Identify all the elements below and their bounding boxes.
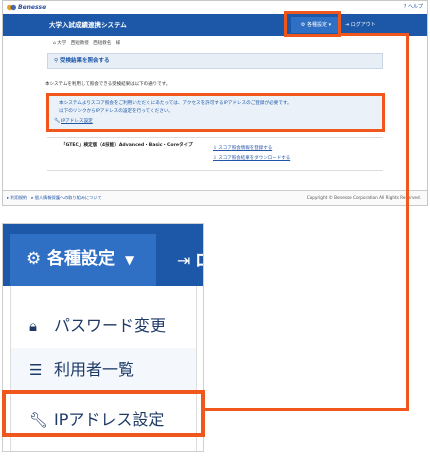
ip-settings-link[interactable]: IPアドレス設定: [61, 118, 93, 125]
zoom-logout-button[interactable]: ⇥ ロ: [171, 234, 203, 286]
menu-item-password[interactable]: 🔒︎ パスワード変更: [11, 304, 196, 348]
logout-icon: ⇥: [177, 251, 191, 270]
gear-icon: ⚙: [26, 249, 42, 269]
zoom-settings-label[interactable]: 各種設定: [47, 245, 115, 273]
wrench-icon: 🔧︎: [54, 118, 61, 124]
list-icon: ☰: [29, 361, 43, 379]
copyright: Copyright © Benesse Corporation All Righ…: [306, 195, 421, 200]
benesse-logo: Benesse: [7, 3, 55, 13]
zoom-nav-bar: ⚙ 各種設定 ▼ ⇥ ロ: [3, 224, 203, 286]
connector-right: [406, 33, 409, 411]
menu-item-label[interactable]: パスワード変更: [54, 314, 166, 338]
test-name: 「GTEC」検定版（4技能）Advanced・Basic・Coreタイプ: [61, 143, 193, 148]
zoom-logout-label[interactable]: ロ: [195, 251, 203, 271]
home-icon: ⌂: [53, 41, 56, 46]
ip-settings-highlight: [2, 390, 205, 437]
help-link[interactable]: ? ヘルプ: [404, 3, 423, 11]
panel-title: 受検結果を照会する: [59, 58, 110, 64]
menu-item-users[interactable]: ☰ 利用者一覧: [11, 348, 196, 392]
browser-screenshot: Benesse ? ヘルプ 大学入試成績連携システム ⚙ 各種設定 ▾ ⇥ ログ…: [2, 0, 428, 206]
settings-highlight: [284, 11, 341, 37]
app-title: 大学入試成績連携システム: [49, 21, 127, 29]
logout-label[interactable]: ログアウト: [351, 22, 376, 28]
logout-button[interactable]: ⇥ ログアウト: [345, 17, 385, 33]
user-info: ⌂ 大学 西短教授 西短教名 様: [53, 40, 120, 47]
zoom-settings-button[interactable]: ⚙ 各種設定 ▼: [10, 234, 156, 286]
benesse-logo-icon: [7, 4, 16, 11]
menu-item-label[interactable]: 利用者一覧: [54, 358, 134, 382]
ip-notice-box: 本システムよりスコア照会をご利用いただくにあたっては、アクセスを許可するIPアド…: [46, 93, 385, 132]
notice-line-1: 本システムよりスコア照会をご利用いただくにあたっては、アクセスを許可するIPアド…: [59, 101, 292, 106]
user-name: 大学 西短教授 西短教名 様: [57, 41, 121, 46]
help-label[interactable]: ヘルプ: [408, 4, 423, 10]
test-row: 「GTEC」検定版（4技能）Advanced・Basic・Coreタイプ ⇩ ス…: [47, 137, 383, 171]
register-score-link[interactable]: ⇩ スコア照会情報を登録する: [213, 145, 272, 152]
panel-heading: ⚲ 受検結果を照会する: [47, 53, 383, 69]
footer: ▸ 利用規約 ▸ 個人情報保護への取り組みについて Copyright © Be…: [3, 190, 427, 205]
register-score-label[interactable]: スコア照会情報を登録する: [218, 146, 272, 151]
search-icon: ⚲: [54, 58, 59, 64]
intro-text: 本システムを利用して照会できる受検結果は以下の通りです。: [45, 82, 171, 87]
chevron-down-icon: ▼: [125, 253, 135, 267]
download-score-label[interactable]: スコア照会結果をダウンロードする: [218, 156, 290, 161]
brand-name: Benesse: [18, 4, 47, 11]
lock-icon: 🔒︎: [29, 317, 37, 335]
connector-bottom: [205, 408, 409, 411]
footer-links[interactable]: ▸ 利用規約 ▸ 個人情報保護への取り組みについて: [7, 195, 102, 201]
notice-line-2: 以下のリンクからIPアドレスの設定を行ってください。: [59, 109, 174, 114]
logout-icon: ⇥: [345, 22, 350, 28]
download-score-link[interactable]: ⇩ スコア照会結果をダウンロードする: [213, 155, 290, 162]
connector-top: [341, 33, 409, 36]
brand-bar: Benesse ? ヘルプ: [3, 1, 427, 14]
